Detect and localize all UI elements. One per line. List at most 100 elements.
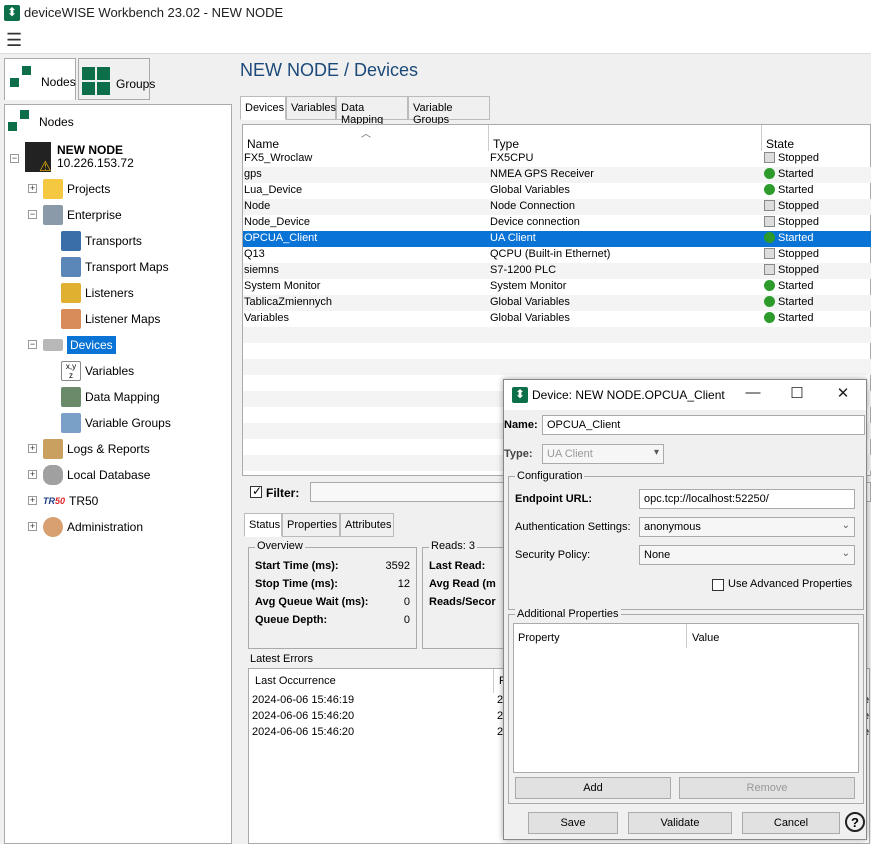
add-property-button[interactable]: Add xyxy=(515,777,671,799)
expand-toggle[interactable]: + xyxy=(28,470,37,479)
listener-maps-icon xyxy=(61,309,81,329)
tab-status[interactable]: Status xyxy=(244,513,282,537)
tree-item-label: Data Mapping xyxy=(85,390,160,404)
endpoint-url-input[interactable]: opc.tcp://localhost:52250/ xyxy=(639,489,855,509)
auth-settings-select[interactable]: anonymous ⌄ xyxy=(639,517,855,537)
help-icon[interactable]: ? xyxy=(845,812,865,832)
column-header-last-occurrence[interactable]: Last Occurrence xyxy=(255,675,336,687)
tree-item-listeners[interactable]: Listeners xyxy=(61,282,134,304)
hamburger-menu-icon[interactable]: ☰ xyxy=(6,30,22,51)
groups-icon xyxy=(82,67,112,97)
expand-toggle[interactable]: + xyxy=(28,444,37,453)
device-name-cell: TablicaZmiennych xyxy=(244,296,333,308)
sort-ascending-icon[interactable]: ︿ xyxy=(361,125,371,140)
tree-item-logs[interactable]: Logs & Reports xyxy=(43,438,150,460)
page-title: NEW NODE / Devices xyxy=(240,60,419,80)
advanced-properties-checkbox[interactable] xyxy=(712,579,724,591)
table-row[interactable]: siemns S7-1200 PLC Stopped xyxy=(243,263,871,279)
table-row[interactable]: System Monitor System Monitor Started xyxy=(243,279,871,295)
expand-toggle[interactable]: + xyxy=(28,184,37,193)
table-row[interactable]: Node_Device Device connection Stopped xyxy=(243,215,871,231)
tree-item-local-db[interactable]: Local Database xyxy=(43,464,150,486)
reads-legend: Reads: 3 xyxy=(429,540,478,552)
column-header-property[interactable]: Property xyxy=(518,632,560,644)
reads-panel: Reads: 3 Last Read: Avg Read (m Reads/Se… xyxy=(422,540,506,649)
tab-nodes-label: Nodes xyxy=(41,75,76,89)
table-row[interactable]: Lua_Device Global Variables Started xyxy=(243,183,871,199)
latest-errors-legend: Latest Errors xyxy=(250,653,313,665)
queue-depth-label: Queue Depth: xyxy=(255,614,328,626)
type-value: UA Client xyxy=(547,448,593,460)
node-ip: 10.226.153.72 xyxy=(57,156,134,170)
window-title-bar: deviceWISE Workbench 23.02 - NEW NODE xyxy=(0,0,871,26)
tree-item-transport-maps[interactable]: Transport Maps xyxy=(61,256,169,278)
collapse-toggle[interactable]: − xyxy=(28,340,37,349)
column-header-name[interactable]: Name xyxy=(243,129,279,151)
device-type-cell: QCPU (Built-in Ethernet) xyxy=(490,248,611,260)
tree-item-projects[interactable]: Projects xyxy=(43,178,110,200)
table-row[interactable]: FX5_Wroclaw FX5CPU Stopped xyxy=(243,151,871,167)
admin-user-gear-icon xyxy=(43,517,63,537)
table-row[interactable]: Variables Global Variables Started xyxy=(243,311,871,327)
tab-data-mapping[interactable]: Data Mapping xyxy=(336,96,408,126)
tree-item-devices[interactable]: Devices xyxy=(43,334,116,356)
table-row[interactable]: TablicaZmiennych Global Variables Started xyxy=(243,295,871,311)
reads-per-sec-label: Reads/Secor xyxy=(429,596,496,608)
name-field[interactable]: OPCUA_Client xyxy=(542,415,865,435)
cancel-button[interactable]: Cancel xyxy=(742,812,840,834)
overview-legend: Overview xyxy=(255,540,305,552)
tab-properties[interactable]: Properties xyxy=(282,513,340,537)
filter-checkbox[interactable] xyxy=(250,484,262,498)
minimize-icon[interactable]: — xyxy=(738,384,768,406)
tree-item-tr50[interactable]: TR50 TR50 xyxy=(43,490,98,512)
column-header-value[interactable]: Value xyxy=(692,632,719,644)
tab-variables[interactable]: Variables xyxy=(286,96,336,120)
expand-toggle[interactable]: + xyxy=(28,496,37,505)
tree-item-administration[interactable]: Administration xyxy=(43,516,143,538)
tab-attributes[interactable]: Attributes xyxy=(340,513,394,537)
save-button[interactable]: Save xyxy=(528,812,618,834)
tab-nodes[interactable]: Nodes xyxy=(4,58,76,100)
type-select: UA Client ▾ xyxy=(542,444,664,464)
tree-item-label: Projects xyxy=(67,182,111,196)
table-row[interactable]: Node Node Connection Stopped xyxy=(243,199,871,215)
validate-button[interactable]: Validate xyxy=(628,812,732,834)
expand-toggle[interactable]: + xyxy=(28,522,37,531)
tree-item-variable-groups[interactable]: Variable Groups xyxy=(61,412,171,434)
table-row[interactable]: OPCUA_Client UA Client Started xyxy=(243,231,871,247)
tree-item-label: Transports xyxy=(85,234,142,248)
table-row[interactable]: gps NMEA GPS Receiver Started xyxy=(243,167,871,183)
started-check-icon xyxy=(764,296,775,307)
tree-item-data-mapping[interactable]: Data Mapping xyxy=(61,386,160,408)
tree-item-enterprise[interactable]: Enterprise xyxy=(43,204,122,226)
device-state-cell: Stopped xyxy=(764,152,819,164)
device-state-label: Started xyxy=(778,232,814,244)
collapse-toggle[interactable]: − xyxy=(10,154,19,163)
tree-item-listener-maps[interactable]: Listener Maps xyxy=(61,308,160,330)
close-icon[interactable]: ✕ xyxy=(828,384,858,406)
table-row[interactable]: Q13 QCPU (Built-in Ethernet) Stopped xyxy=(243,247,871,263)
device-name-cell: Q13 xyxy=(244,248,265,260)
column-header-state[interactable]: State xyxy=(762,129,794,151)
column-header-type[interactable]: Type xyxy=(489,129,519,151)
tree-item-transports[interactable]: Transports xyxy=(61,230,142,252)
data-mapping-icon xyxy=(61,387,81,407)
device-type-cell: Device connection xyxy=(490,216,580,228)
avg-queue-label: Avg Queue Wait (ms): xyxy=(255,596,369,608)
app-logo-icon xyxy=(4,5,20,21)
tab-groups[interactable]: Groups xyxy=(78,58,155,100)
tree-node-new-node[interactable]: ⚠ NEW NODE 10.226.153.72 xyxy=(25,141,134,174)
tree-item-label: TR50 xyxy=(69,494,99,508)
tab-variable-groups[interactable]: Variable Groups xyxy=(408,96,490,126)
maximize-icon[interactable]: ☐ xyxy=(782,384,812,406)
additional-properties-panel: Additional Properties Property Value Add… xyxy=(508,608,864,804)
tree-item-variables[interactable]: x,y z Variables xyxy=(61,360,134,382)
tree-item-label: Listeners xyxy=(85,286,134,300)
tree-root-nodes[interactable]: Nodes xyxy=(7,109,74,133)
device-state-cell: Started xyxy=(764,184,813,196)
chevron-down-icon: ▾ xyxy=(653,447,659,458)
security-policy-select[interactable]: None ⌄ xyxy=(639,545,855,565)
stopped-square-icon xyxy=(764,216,775,227)
collapse-toggle[interactable]: − xyxy=(28,210,37,219)
tab-devices[interactable]: Devices xyxy=(240,96,286,120)
